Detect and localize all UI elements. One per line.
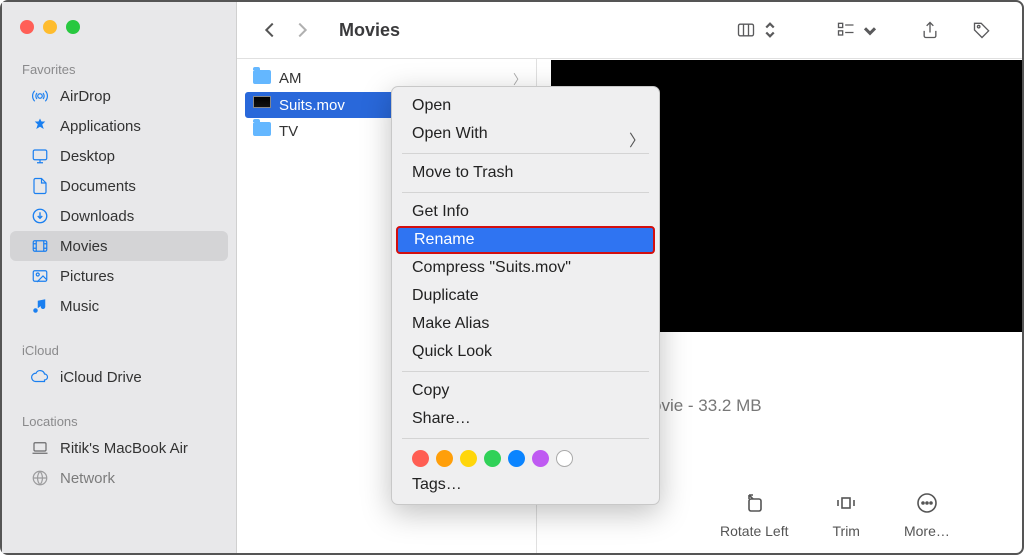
file-name: AM (279, 70, 302, 87)
menu-separator (402, 192, 649, 193)
menu-separator (402, 153, 649, 154)
action-label: More… (904, 523, 950, 539)
sidebar-item-downloads[interactable]: Downloads (10, 201, 228, 231)
menu-item-rename[interactable]: Rename (396, 226, 655, 254)
folder-icon (253, 122, 271, 140)
menu-item-open[interactable]: Open (392, 92, 659, 120)
downloads-icon (30, 206, 50, 226)
forward-button[interactable] (291, 19, 313, 41)
action-label: Trim (833, 523, 860, 539)
airdrop-icon (30, 86, 50, 106)
menu-item-quick-look[interactable]: Quick Look (392, 338, 659, 366)
music-icon (30, 296, 50, 316)
sidebar: Favorites AirDrop Applications Desktop D… (2, 2, 237, 553)
sidebar-item-label: Pictures (60, 268, 114, 285)
share-button[interactable] (912, 20, 948, 40)
sidebar-section-icloud: iCloud (2, 339, 236, 362)
menu-separator (402, 371, 649, 372)
more-icon (915, 491, 939, 515)
sidebar-item-movies[interactable]: Movies (10, 231, 228, 261)
file-meta: ovie - 33.2 MB (652, 396, 762, 416)
menu-item-compress[interactable]: Compress "Suits.mov" (392, 254, 659, 282)
more-action[interactable]: More… (904, 491, 950, 539)
sidebar-section-favorites: Favorites (2, 58, 236, 81)
sidebar-section-locations: Locations (2, 410, 236, 433)
group-button[interactable] (828, 20, 888, 40)
trim-action[interactable]: Trim (833, 491, 860, 539)
documents-icon (30, 176, 50, 196)
minimize-window-button[interactable] (43, 20, 57, 34)
sidebar-item-label: Documents (60, 178, 136, 195)
sidebar-item-applications[interactable]: Applications (10, 111, 228, 141)
laptop-icon (30, 438, 50, 458)
sidebar-item-label: Desktop (60, 148, 115, 165)
menu-separator (402, 438, 649, 439)
sidebar-item-label: AirDrop (60, 88, 111, 105)
back-button[interactable] (259, 19, 281, 41)
sidebar-item-label: Ritik's MacBook Air (60, 440, 188, 457)
tag-red[interactable] (412, 450, 429, 467)
context-menu: Open Open With 〉 Move to Trash Get Info R… (391, 86, 660, 505)
menu-item-trash[interactable]: Move to Trash (392, 159, 659, 187)
sidebar-item-pictures[interactable]: Pictures (10, 261, 228, 291)
traffic-lights (2, 12, 236, 52)
sidebar-item-label: Network (60, 470, 115, 487)
tags-button[interactable] (964, 20, 1000, 40)
sidebar-item-airdrop[interactable]: AirDrop (10, 81, 228, 111)
sidebar-item-music[interactable]: Music (10, 291, 228, 321)
desktop-icon (30, 146, 50, 166)
tag-color-row (392, 444, 659, 471)
window-title: Movies (339, 20, 400, 41)
sidebar-item-network[interactable]: Network (10, 463, 228, 493)
tag-orange[interactable] (436, 450, 453, 467)
sidebar-item-label: Applications (60, 118, 141, 135)
pictures-icon (30, 266, 50, 286)
menu-item-duplicate[interactable]: Duplicate (392, 282, 659, 310)
sidebar-item-documents[interactable]: Documents (10, 171, 228, 201)
tag-yellow[interactable] (460, 450, 477, 467)
trim-icon (834, 491, 858, 515)
rotate-left-icon (742, 491, 766, 515)
menu-item-copy[interactable]: Copy (392, 377, 659, 405)
sidebar-item-desktop[interactable]: Desktop (10, 141, 228, 171)
tag-blue[interactable] (508, 450, 525, 467)
sidebar-item-macbook[interactable]: Ritik's MacBook Air (10, 433, 228, 463)
movies-icon (30, 236, 50, 256)
network-icon (30, 468, 50, 488)
sidebar-item-label: Music (60, 298, 99, 315)
menu-item-open-with[interactable]: Open With 〉 (392, 120, 659, 148)
toolbar: Movies (237, 2, 1022, 58)
menu-item-share[interactable]: Share… (392, 405, 659, 433)
chevron-right-icon: 〉 (629, 127, 645, 151)
action-label: Rotate Left (720, 523, 789, 539)
sidebar-item-label: iCloud Drive (60, 369, 142, 386)
tag-purple[interactable] (532, 450, 549, 467)
movie-file-icon (253, 96, 271, 114)
close-window-button[interactable] (20, 20, 34, 34)
rotate-left-action[interactable]: Rotate Left (720, 491, 789, 539)
file-name: Suits.mov (279, 97, 345, 114)
menu-item-get-info[interactable]: Get Info (392, 198, 659, 226)
maximize-window-button[interactable] (66, 20, 80, 34)
quick-actions: Rotate Left Trim More… (720, 491, 950, 539)
sidebar-item-icloud-drive[interactable]: iCloud Drive (10, 362, 228, 392)
file-name: TV (279, 123, 298, 140)
sidebar-item-label: Downloads (60, 208, 134, 225)
menu-item-tags[interactable]: Tags… (392, 471, 659, 499)
sidebar-item-label: Movies (60, 238, 108, 255)
applications-icon (30, 116, 50, 136)
menu-item-label: Open With (412, 125, 488, 142)
tag-none[interactable] (556, 450, 573, 467)
folder-icon (253, 70, 271, 88)
view-columns-button[interactable] (728, 20, 788, 40)
icloud-icon (30, 367, 50, 387)
menu-item-alias[interactable]: Make Alias (392, 310, 659, 338)
tag-green[interactable] (484, 450, 501, 467)
